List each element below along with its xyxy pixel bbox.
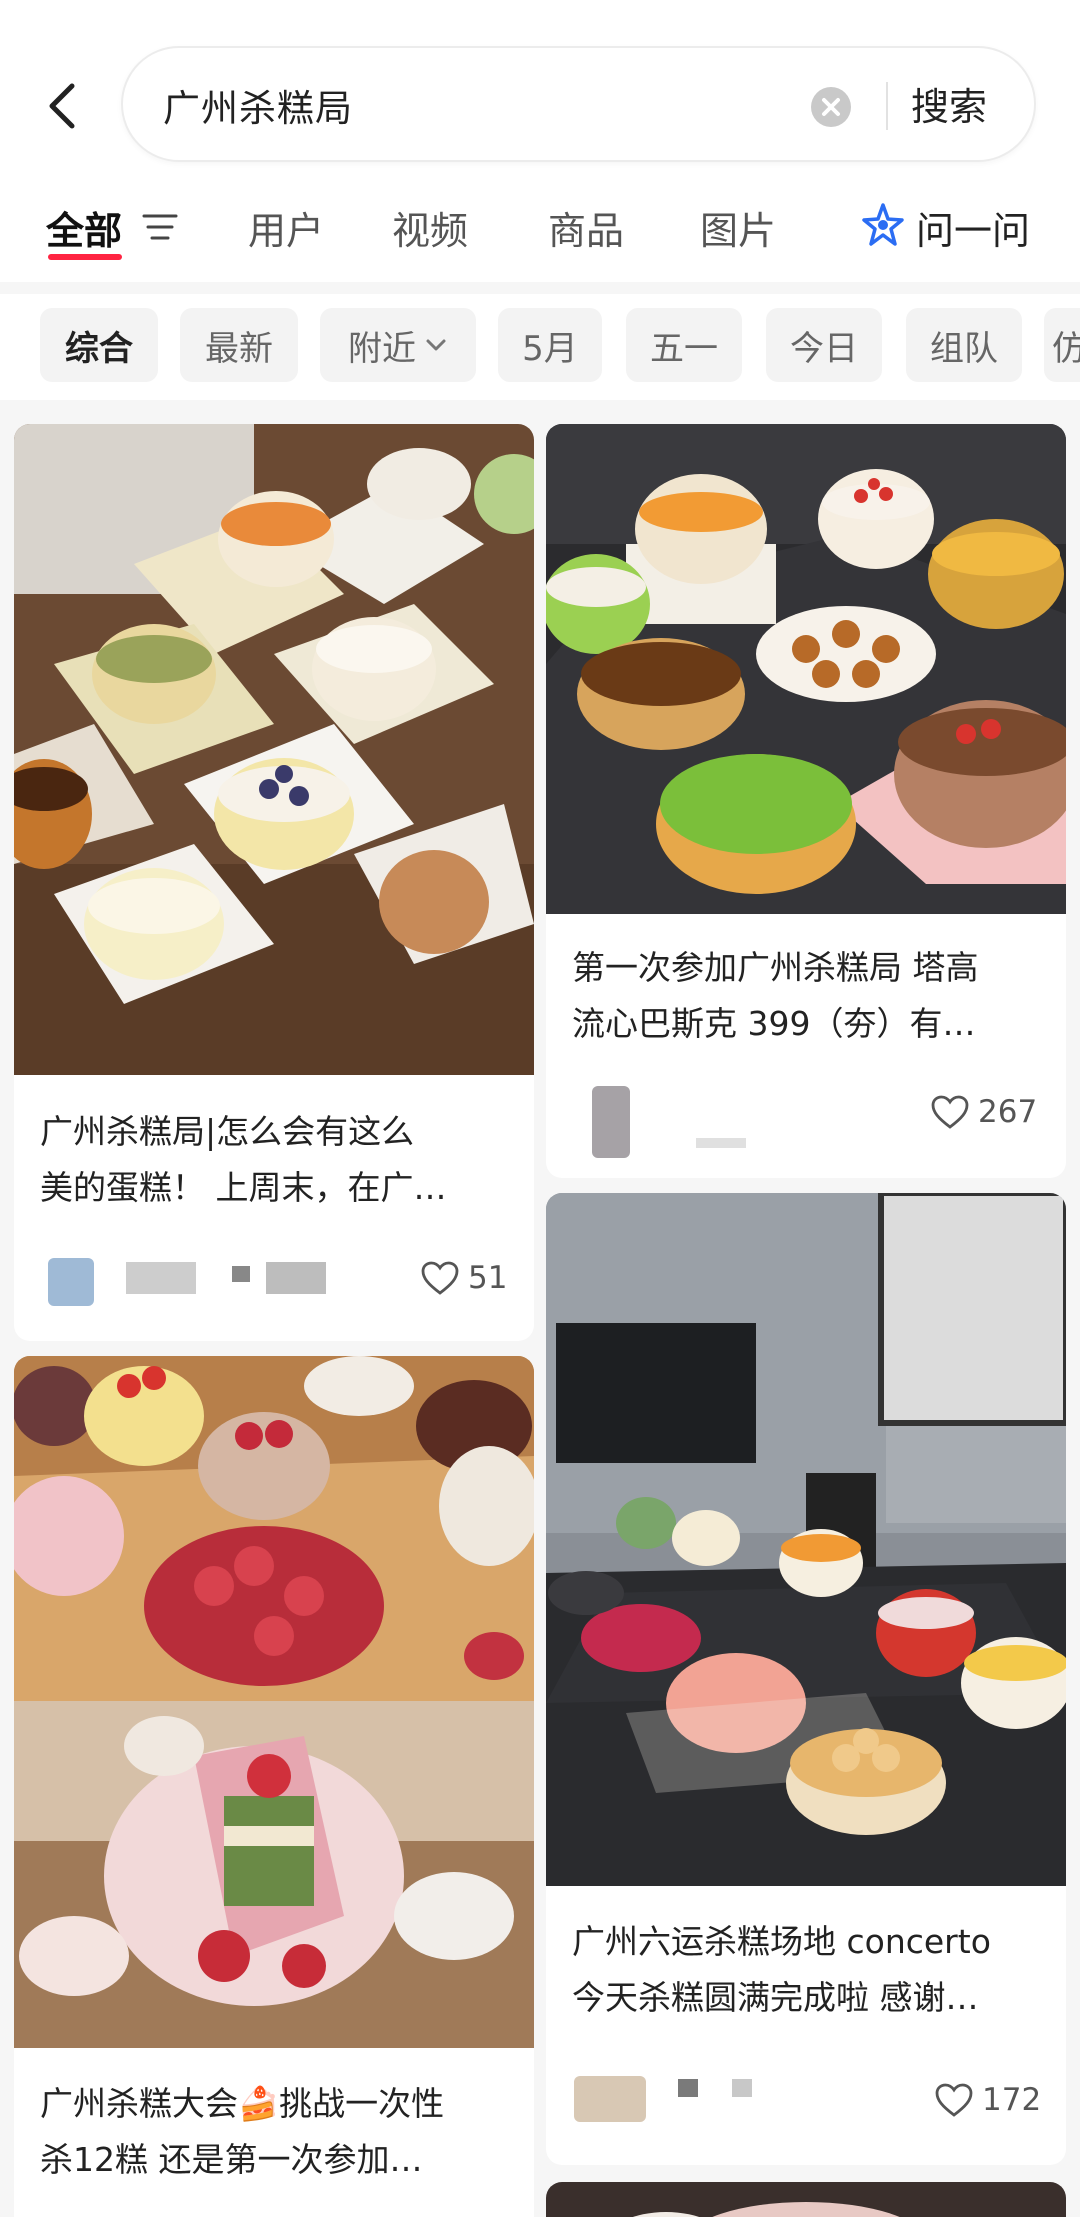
tab-products[interactable]: 商品 [548, 200, 624, 255]
chip-may[interactable]: 5月 [498, 308, 602, 382]
chip-nearby[interactable]: 附近 [320, 308, 476, 382]
chip-more[interactable]: 仿 [1044, 308, 1080, 382]
post-card[interactable]: 广州六运杀糕场地 concerto 今天杀糕圆满完成啦 感谢… 172 [546, 1193, 1066, 2165]
result-tabs: 全部 用户 视频 商品 图片 问一问 [0, 190, 1080, 294]
like-count: 267 [978, 1094, 1038, 1130]
filter-icon[interactable] [142, 212, 178, 242]
chip-label: 综合 [65, 328, 133, 369]
post-title[interactable]: 广州杀糕局|怎么会有这么 美的蛋糕！ 上周末，在广… [40, 1104, 508, 1216]
post-title-line: 流心巴斯克 399（夯）有… [572, 1004, 976, 1043]
post-title[interactable]: 第一次参加广州杀糕局 塔高 流心巴斯克 399（夯）有… [572, 940, 1040, 1052]
tabs-separator [0, 282, 1080, 294]
avatar[interactable] [592, 1086, 630, 1158]
chip-label: 仿 [1052, 328, 1080, 369]
search-bar[interactable]: 广州杀糕局 搜索 [121, 46, 1036, 162]
post-title[interactable]: 广州杀糕大会🍰挑战一次性 杀12糕 还是第一次参加… [40, 2076, 508, 2188]
filter-chips: 综合 最新 附近 5月 五一 今日 组队 仿 [0, 300, 1080, 390]
avatar[interactable] [48, 1258, 94, 1306]
search-button[interactable]: 搜索 [911, 76, 987, 131]
back-button[interactable] [38, 76, 88, 136]
like-button[interactable]: 172 [934, 2082, 1041, 2118]
chips-separator [0, 400, 1080, 410]
clear-search-button[interactable] [811, 87, 851, 127]
post-image[interactable] [14, 424, 534, 1075]
username-blur [732, 2079, 752, 2097]
post-title-line: 今天杀糕圆满完成啦 感谢… [572, 1978, 979, 2017]
close-icon [822, 98, 840, 116]
like-count: 51 [468, 1260, 508, 1296]
post-card[interactable]: 广州杀糕局|怎么会有这么 美的蛋糕！ 上周末，在广… 51 [14, 424, 534, 1341]
post-title-line: 美的蛋糕！ 上周末，在广… [40, 1168, 447, 1207]
search-divider [886, 82, 888, 130]
result-feed: 广州杀糕局|怎么会有这么 美的蛋糕！ 上周末，在广… 51 第一次参加广州杀糕局… [0, 410, 1080, 2217]
like-count: 172 [982, 2082, 1042, 2118]
chip-comprehensive[interactable]: 综合 [40, 308, 158, 382]
post-title[interactable]: 广州六运杀糕场地 concerto 今天杀糕圆满完成啦 感谢… [572, 1914, 1040, 2026]
chip-label: 最新 [205, 328, 273, 369]
chip-may-day[interactable]: 五一 [626, 308, 742, 382]
chip-latest[interactable]: 最新 [180, 308, 298, 382]
like-button[interactable]: 267 [930, 1094, 1037, 1130]
search-input[interactable]: 广州杀糕局 [163, 78, 353, 132]
post-title-line: 杀12糕 还是第一次参加… [40, 2140, 423, 2179]
post-card[interactable]: 第一次参加广州杀糕局 塔高 流心巴斯克 399（夯）有… 267 [546, 424, 1066, 1178]
chip-label: 5月 [522, 328, 578, 369]
post-title-line: 广州杀糕局|怎么会有这么 [40, 1112, 415, 1151]
post-card[interactable]: 广州杀糕大会🍰挑战一次性 杀12糕 还是第一次参加… [14, 1356, 534, 2217]
chip-label: 今日 [790, 328, 858, 369]
search-header: 广州杀糕局 搜索 [0, 0, 1080, 180]
username-blur [696, 1138, 746, 1148]
tab-images[interactable]: 图片 [700, 200, 776, 255]
username-blur [126, 1262, 196, 1294]
heart-icon [935, 2083, 973, 2117]
post-image[interactable] [546, 424, 1066, 914]
like-button[interactable]: 51 [420, 1260, 507, 1296]
active-tab-indicator [48, 254, 122, 260]
avatar[interactable] [574, 2076, 646, 2122]
back-arrow-icon [49, 83, 75, 129]
post-image[interactable] [546, 1193, 1066, 1886]
post-title-line: 第一次参加广州杀糕局 塔高 [572, 948, 979, 987]
post-image[interactable] [546, 2182, 1066, 2217]
post-title-line: 广州六运杀糕场地 concerto [572, 1922, 991, 1961]
post-title-line: 广州杀糕大会🍰挑战一次性 [40, 2084, 445, 2123]
post-card[interactable] [546, 2182, 1066, 2217]
chip-today[interactable]: 今日 [766, 308, 882, 382]
username-blur [266, 1262, 326, 1294]
heart-icon [421, 1261, 459, 1295]
tab-all[interactable]: 全部 [46, 200, 122, 255]
tab-users[interactable]: 用户 [248, 200, 324, 255]
chip-label: 五一 [650, 328, 718, 369]
chip-team[interactable]: 组队 [906, 308, 1022, 382]
chip-label: 附近 [348, 328, 416, 369]
chip-label: 组队 [930, 328, 998, 369]
username-blur [678, 2079, 698, 2097]
ask-star-icon [862, 203, 904, 246]
heart-icon [931, 1095, 969, 1129]
chevron-down-icon [426, 339, 446, 351]
tab-ask[interactable]: 问一问 [916, 200, 1030, 255]
post-image[interactable] [14, 1356, 534, 2048]
username-blur [232, 1266, 250, 1282]
tab-videos[interactable]: 视频 [392, 200, 468, 255]
